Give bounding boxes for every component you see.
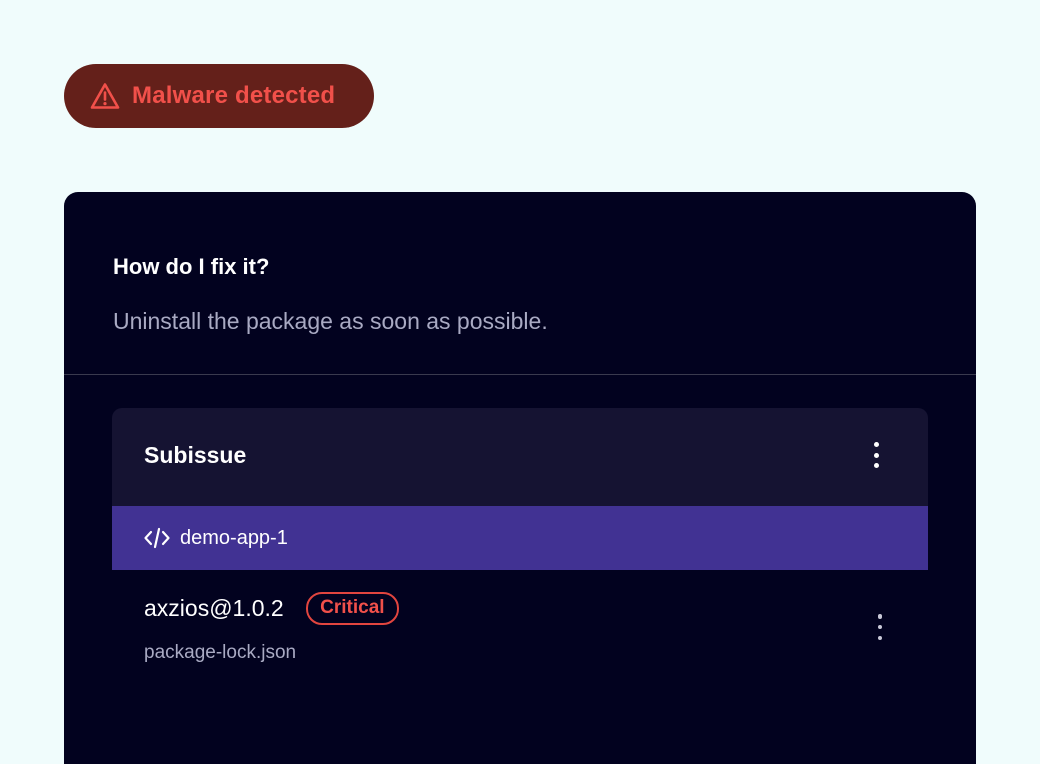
package-name[interactable]: axzios@1.0.2 (144, 595, 284, 622)
package-file: package-lock.json (144, 642, 297, 663)
subissue-menu-icon[interactable] (866, 442, 886, 468)
repo-name: demo-app-1 (180, 526, 288, 549)
code-icon (144, 527, 170, 549)
package-menu-icon[interactable] (870, 614, 890, 640)
fix-description: Uninstall the package as soon as possibl… (113, 308, 548, 334)
warning-triangle-icon (90, 81, 120, 111)
fix-heading: How do I fix it? (113, 254, 270, 279)
malware-alert-badge: Malware detected (64, 64, 374, 128)
repo-row[interactable]: demo-app-1 (112, 506, 928, 570)
alert-label: Malware detected (132, 82, 336, 109)
subissue-title: Subissue (144, 442, 247, 468)
subissue-header: Subissue (112, 408, 928, 506)
issue-panel: How do I fix it? Uninstall the package a… (64, 192, 976, 764)
page-frame: Malware detected How do I fix it? Uninst… (0, 0, 1040, 764)
severity-badge: Critical (306, 592, 399, 625)
package-row: axzios@1.0.2 Critical (144, 592, 399, 625)
divider (64, 374, 976, 375)
